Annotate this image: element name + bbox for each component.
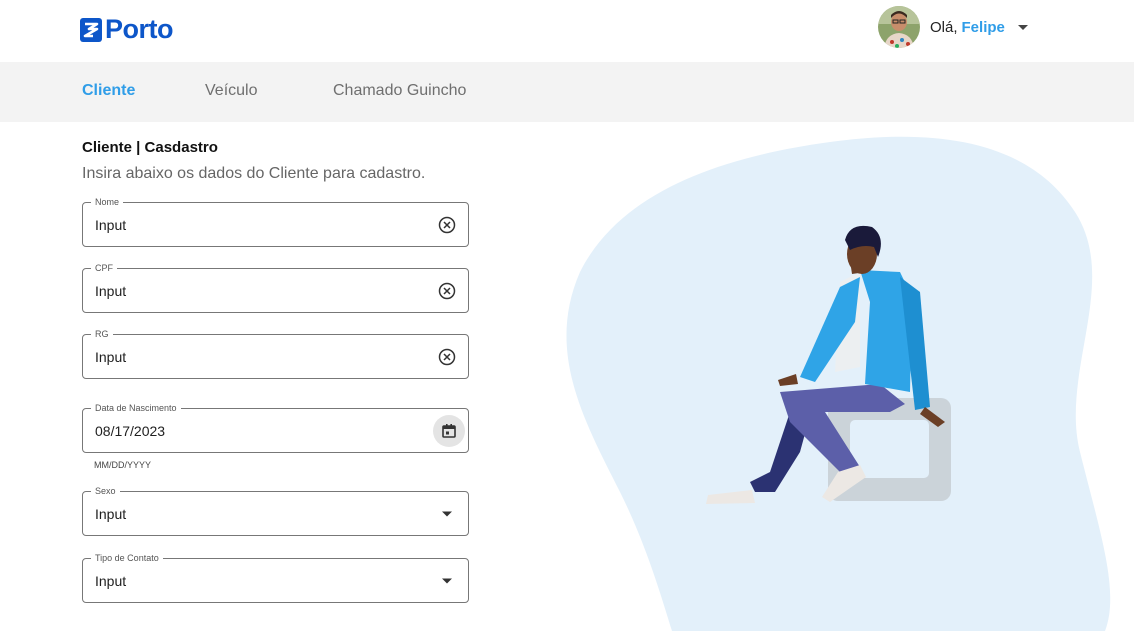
form-subtitle: Insira abaixo os dados do Cliente para c… — [82, 165, 426, 182]
rg-input[interactable]: Input — [95, 349, 126, 365]
date-format-hint: MM/DD/YYYY — [94, 460, 152, 470]
nome-field[interactable]: Nome Input — [82, 196, 469, 247]
sexo-value[interactable]: Input — [95, 506, 126, 522]
dropdown-arrow-icon[interactable] — [436, 503, 458, 525]
rg-field[interactable]: RG Input — [82, 328, 469, 379]
tipo-contato-value[interactable]: Input — [95, 573, 126, 589]
data-nascimento-label: Data de Nascimento — [91, 402, 181, 414]
greeting: Olá, Felipe — [930, 19, 1005, 36]
tab-bar: Cliente Veículo Chamado Guincho — [0, 62, 1134, 122]
background-blob — [566, 136, 1111, 631]
dropdown-arrow-icon[interactable] — [436, 570, 458, 592]
clear-icon[interactable] — [436, 214, 458, 236]
sexo-select[interactable]: Sexo Input — [82, 485, 469, 536]
calendar-icon[interactable] — [433, 415, 465, 447]
logo-text: Porto — [105, 14, 174, 44]
clear-icon[interactable] — [436, 280, 458, 302]
nome-label: Nome — [91, 196, 124, 208]
cpf-input[interactable]: Input — [95, 283, 126, 299]
person-sitting-illustration — [566, 136, 1111, 631]
porto-logo-icon — [80, 17, 102, 42]
tab-cliente[interactable]: Cliente — [82, 82, 135, 100]
clear-icon[interactable] — [436, 346, 458, 368]
tipo-contato-label: Tipo de Contato — [91, 552, 163, 564]
data-nascimento-input[interactable]: 08/17/2023 — [95, 423, 165, 439]
user-name[interactable]: Felipe — [962, 19, 1005, 36]
cpf-label: CPF — [91, 262, 117, 274]
avatar[interactable] — [878, 6, 920, 48]
form-title: Cliente | Casdastro — [82, 139, 218, 156]
cpf-field[interactable]: CPF Input — [82, 262, 469, 313]
data-nascimento-field[interactable]: Data de Nascimento 08/17/2023 — [82, 402, 469, 453]
porto-logo[interactable]: Porto — [80, 14, 174, 44]
sexo-label: Sexo — [91, 485, 120, 497]
top-header: Porto Olá, Felipe — [0, 0, 1134, 62]
nome-input[interactable]: Input — [95, 217, 126, 233]
tab-veiculo[interactable]: Veículo — [205, 82, 257, 100]
chevron-down-icon[interactable] — [1017, 24, 1028, 30]
user-menu[interactable]: Olá, Felipe — [878, 6, 1028, 48]
avatar-image — [878, 6, 920, 48]
greeting-text: Olá, — [930, 18, 958, 36]
rg-label: RG — [91, 328, 113, 340]
tab-chamado-guincho[interactable]: Chamado Guincho — [333, 82, 466, 100]
tipo-contato-select[interactable]: Tipo de Contato Input — [82, 552, 469, 603]
